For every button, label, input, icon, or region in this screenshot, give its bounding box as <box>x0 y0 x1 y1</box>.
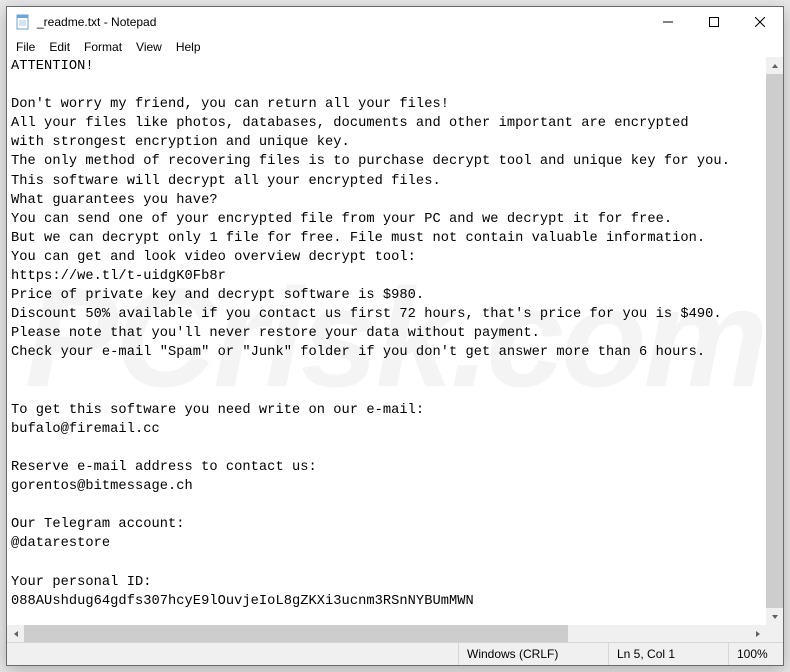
scroll-thumb-vertical[interactable] <box>766 74 783 608</box>
menu-help[interactable]: Help <box>169 39 208 55</box>
close-button[interactable] <box>737 7 783 37</box>
horizontal-scrollbar[interactable] <box>7 625 766 642</box>
maximize-button[interactable] <box>691 7 737 37</box>
status-spacer <box>7 643 458 665</box>
status-line-ending: Windows (CRLF) <box>458 643 608 665</box>
scroll-track-vertical[interactable] <box>766 74 783 608</box>
scroll-track-horizontal[interactable] <box>24 625 749 642</box>
scroll-down-button[interactable] <box>766 608 783 625</box>
vertical-scrollbar[interactable] <box>766 57 783 625</box>
menu-view[interactable]: View <box>129 39 169 55</box>
window-title: _readme.txt - Notepad <box>37 15 645 29</box>
menu-file[interactable]: File <box>9 39 42 55</box>
menubar: File Edit Format View Help <box>7 37 783 57</box>
scroll-right-button[interactable] <box>749 625 766 642</box>
notepad-window: _readme.txt - Notepad File Edit Format V… <box>6 6 784 666</box>
text-content[interactable]: ATTENTION! Don't worry my friend, you ca… <box>11 57 766 625</box>
menu-format[interactable]: Format <box>77 39 129 55</box>
window-controls <box>645 7 783 36</box>
notepad-icon <box>15 14 31 30</box>
statusbar: Windows (CRLF) Ln 5, Col 1 100% <box>7 642 783 665</box>
menu-edit[interactable]: Edit <box>42 39 77 55</box>
status-zoom: 100% <box>728 643 783 665</box>
titlebar[interactable]: _readme.txt - Notepad <box>7 7 783 37</box>
status-cursor-position: Ln 5, Col 1 <box>608 643 728 665</box>
scroll-up-button[interactable] <box>766 57 783 74</box>
text-area-wrap: PCrisk.com ATTENTION! Don't worry my fri… <box>7 57 783 642</box>
scroll-left-button[interactable] <box>7 625 24 642</box>
scroll-thumb-horizontal[interactable] <box>24 625 568 642</box>
minimize-button[interactable] <box>645 7 691 37</box>
scroll-corner <box>766 625 783 642</box>
